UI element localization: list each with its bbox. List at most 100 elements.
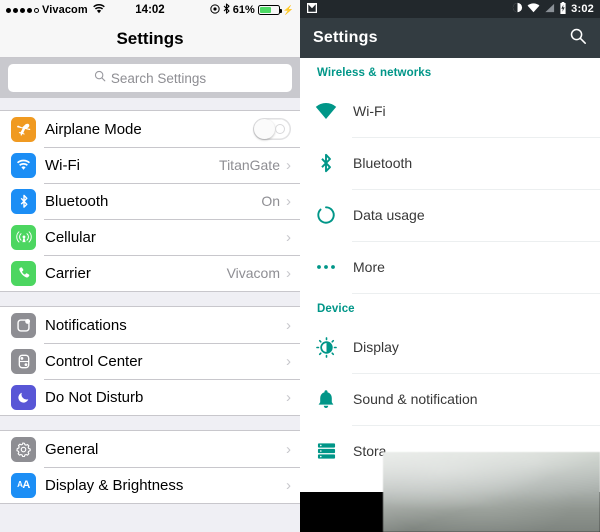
- charging-bolt-icon: ⚡: [282, 4, 294, 15]
- ios-row-label: Cellular: [45, 228, 96, 246]
- more-icon: [313, 264, 339, 270]
- ios-row-label: Notifications: [45, 316, 127, 334]
- android-row-label: Bluetooth: [353, 155, 413, 171]
- phone-icon: [11, 260, 36, 286]
- moon-icon: [11, 384, 36, 410]
- bluetooth-icon: [11, 188, 36, 214]
- ios-row-airplane-mode[interactable]: Airplane Mode: [0, 111, 300, 147]
- cellular-icon: [11, 224, 36, 250]
- search-input[interactable]: Search Settings: [8, 64, 292, 92]
- ios-row-control: On ›: [261, 193, 300, 209]
- android-section-header-wireless: Wireless & networks: [317, 67, 432, 79]
- wifi-icon: [527, 2, 540, 16]
- ios-row-label: Carrier: [45, 264, 91, 282]
- android-row-wifi[interactable]: Wi-Fi: [300, 85, 600, 137]
- bell-icon: [313, 389, 339, 410]
- android-section-header-device: Device: [317, 303, 355, 315]
- battery-icon: [257, 5, 282, 15]
- ios-row-control: ›: [286, 354, 300, 369]
- chevron-right-icon: ›: [286, 316, 291, 334]
- ios-row-control: TitanGate ›: [219, 157, 300, 173]
- carrier-value: Vivacom: [226, 265, 280, 281]
- chevron-right-icon: ›: [286, 476, 291, 494]
- ios-row-notifications[interactable]: Notifications ›: [0, 307, 300, 343]
- bluetooth-state-value: On: [261, 193, 280, 209]
- ios-status-right: 61% ⚡: [210, 3, 294, 17]
- wifi-network-value: TitanGate: [219, 157, 280, 173]
- inbox-icon: [306, 2, 318, 17]
- android-row-display[interactable]: Display: [300, 321, 600, 373]
- ios-status-bar: Vivacom 14:02 61% ⚡: [0, 0, 300, 20]
- airplane-mode-toggle[interactable]: [253, 118, 291, 140]
- bluetooth-icon: [313, 152, 339, 174]
- ios-row-do-not-disturb[interactable]: Do Not Disturb ›: [0, 379, 300, 415]
- ios-row-label: General: [45, 440, 99, 458]
- ios-row-label: Wi-Fi: [45, 156, 80, 174]
- android-app-bar: Settings: [300, 18, 600, 58]
- chevron-right-icon: ›: [286, 156, 291, 174]
- do-not-disturb-icon: [512, 2, 523, 16]
- android-row-data-usage[interactable]: Data usage: [300, 189, 600, 241]
- ios-group-spacer: [0, 98, 300, 110]
- android-clock: 3:02: [571, 3, 594, 15]
- page-title: Settings: [313, 29, 378, 46]
- android-status-bar: 3:02: [300, 0, 600, 18]
- airplane-icon: [11, 116, 36, 142]
- ios-navigation-bar: Settings: [0, 20, 300, 58]
- chevron-right-icon: ›: [286, 228, 291, 246]
- wifi-icon: [11, 152, 36, 178]
- android-row-more[interactable]: More: [300, 241, 600, 293]
- location-icon: [210, 3, 220, 17]
- page-title: Settings: [116, 28, 184, 48]
- storage-icon: [313, 442, 339, 460]
- signal-icon: [544, 3, 555, 16]
- android-row-bluetooth[interactable]: Bluetooth: [300, 137, 600, 189]
- ios-row-label: Control Center: [45, 352, 143, 370]
- ios-group-spacer: [0, 416, 300, 430]
- ios-row-bluetooth[interactable]: Bluetooth On ›: [0, 183, 300, 219]
- ios-search-container: Search Settings: [0, 58, 300, 98]
- ios-row-label: Do Not Disturb: [45, 388, 144, 406]
- chevron-right-icon: ›: [286, 192, 291, 210]
- brightness-icon: [313, 336, 339, 358]
- android-row-label: Wi-Fi: [353, 103, 386, 119]
- ios-settings-group-general: General › AA Display & Brightness ›: [0, 430, 300, 504]
- ios-row-carrier[interactable]: Carrier Vivacom ›: [0, 255, 300, 291]
- data-usage-icon: [313, 205, 339, 225]
- battery-icon: [559, 1, 567, 17]
- ios-settings-screen: Vivacom 14:02 61% ⚡ Settings Search Sett…: [0, 0, 300, 532]
- ios-row-general[interactable]: General ›: [0, 431, 300, 467]
- ios-row-control: [253, 118, 300, 140]
- ios-settings-group-connectivity: Airplane Mode Wi-Fi TitanGate › Bluetoot…: [0, 110, 300, 292]
- ios-row-control: ›: [286, 318, 300, 333]
- chevron-right-icon: ›: [286, 388, 291, 406]
- ios-group-spacer: [0, 292, 300, 306]
- search-icon[interactable]: [569, 27, 587, 50]
- chevron-right-icon: ›: [286, 440, 291, 458]
- search-placeholder: Search Settings: [110, 70, 207, 86]
- ios-settings-group-notifications: Notifications › Control Center › Do Not …: [0, 306, 300, 416]
- ios-row-wifi[interactable]: Wi-Fi TitanGate ›: [0, 147, 300, 183]
- android-status-icons: 3:02: [512, 1, 594, 17]
- bluetooth-icon: [223, 3, 230, 17]
- android-row-sound-notification[interactable]: Sound & notification: [300, 373, 600, 425]
- text-size-icon: AA: [11, 472, 36, 498]
- search-icon: [94, 69, 106, 87]
- android-row-label: Stora: [353, 443, 387, 459]
- ios-row-control: ›: [286, 442, 300, 457]
- ios-row-label: Display & Brightness: [45, 476, 184, 494]
- android-row-label: Data usage: [353, 207, 425, 223]
- ios-row-cellular[interactable]: Cellular ›: [0, 219, 300, 255]
- ios-row-label: Airplane Mode: [45, 120, 142, 138]
- control-center-icon: [11, 348, 36, 374]
- ios-row-display-brightness[interactable]: AA Display & Brightness ›: [0, 467, 300, 503]
- wifi-icon: [313, 102, 339, 120]
- android-row-label: More: [353, 259, 385, 275]
- notifications-icon: [11, 312, 36, 338]
- ios-row-control: ›: [286, 390, 300, 405]
- ios-row-control: ›: [280, 230, 300, 245]
- ios-row-control: ›: [286, 478, 300, 493]
- ios-row-control: Vivacom ›: [227, 265, 300, 281]
- blurred-overlay-region: [383, 452, 600, 532]
- ios-row-control-center[interactable]: Control Center ›: [0, 343, 300, 379]
